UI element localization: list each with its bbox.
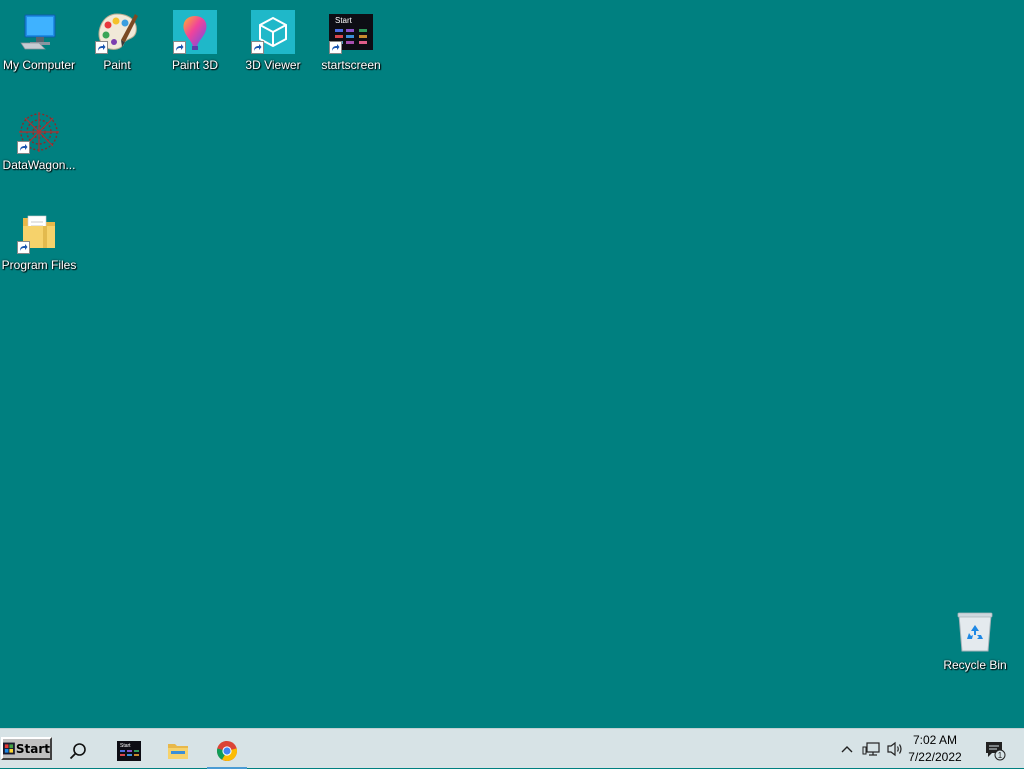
shortcut-arrow-icon: [17, 141, 30, 154]
clock-date: 7/22/2022: [908, 750, 962, 764]
desktop-icon-program-files[interactable]: Program Files: [0, 208, 78, 272]
desktop-icon-label: Paint: [103, 58, 131, 72]
startscreen-icon: Start: [327, 8, 375, 56]
desktop-icon-recycle-bin[interactable]: Recycle Bin: [936, 608, 1014, 672]
3d-viewer-icon: [249, 8, 297, 56]
taskbar-startscreen-button[interactable]: Start: [109, 733, 149, 769]
start-logo-icon: [3, 742, 15, 755]
desktop: My Computer Paint Paint 3D 3D Viewer Sta…: [0, 0, 1024, 728]
startscreen-taskbar-thumb-text: Start: [120, 743, 131, 749]
desktop-icon-paint[interactable]: Paint: [78, 8, 156, 72]
shortcut-arrow-icon: [251, 41, 264, 54]
taskbar-search-button[interactable]: [58, 733, 98, 769]
desktop-icon-label: My Computer: [2, 58, 76, 72]
taskbar-file-explorer-button[interactable]: [158, 733, 198, 769]
network-icon[interactable]: [862, 740, 880, 758]
desktop-icon-datawagon[interactable]: DataWagon...: [0, 108, 78, 172]
desktop-icon-paint-3d[interactable]: Paint 3D: [156, 8, 234, 72]
file-explorer-icon: [168, 744, 188, 759]
startscreen-thumb-text: Start: [335, 16, 353, 25]
paint3d-icon: [171, 8, 219, 56]
notification-icon: 1: [986, 742, 1006, 761]
desktop-icon-label: Paint 3D: [171, 58, 219, 72]
start-label: Start: [15, 741, 50, 756]
desktop-icon-label: Program Files: [1, 258, 77, 272]
desktop-icon-label: startscreen: [321, 58, 381, 72]
recycle-bin-icon: [951, 608, 999, 656]
shortcut-arrow-icon: [329, 41, 342, 54]
datawagon-icon: [15, 108, 63, 156]
clock-time: 7:02 AM: [912, 733, 958, 747]
volume-icon[interactable]: [886, 740, 904, 758]
taskbar-chrome-button[interactable]: [207, 733, 247, 769]
notification-center-button[interactable]: 1: [984, 739, 1006, 761]
clock[interactable]: 7:02 AM 7/22/2022: [904, 732, 966, 766]
paint-palette-icon: [93, 8, 141, 56]
taskbar: Start Start 7:02 AM 7/22/2022 1: [0, 728, 1024, 769]
shortcut-arrow-icon: [173, 41, 186, 54]
desktop-icon-label: Recycle Bin: [943, 658, 1007, 672]
search-icon: [69, 743, 86, 760]
desktop-icon-my-computer[interactable]: My Computer: [0, 8, 78, 72]
shortcut-arrow-icon: [95, 41, 108, 54]
start-button[interactable]: Start: [1, 737, 52, 760]
notification-count: 1: [998, 751, 1003, 760]
chrome-icon: [216, 741, 238, 762]
desktop-icon-label: 3D Viewer: [245, 58, 301, 72]
shortcut-arrow-icon: [17, 241, 30, 254]
desktop-icon-3d-viewer[interactable]: 3D Viewer: [234, 8, 312, 72]
desktop-icon-label: DataWagon...: [2, 158, 76, 172]
startscreen-taskbar-icon: Start: [117, 741, 141, 761]
chevron-up-icon[interactable]: [838, 740, 856, 758]
desktop-icon-startscreen[interactable]: Start startscreen: [312, 8, 390, 72]
folder-icon: [15, 208, 63, 256]
computer-icon: [15, 8, 63, 56]
